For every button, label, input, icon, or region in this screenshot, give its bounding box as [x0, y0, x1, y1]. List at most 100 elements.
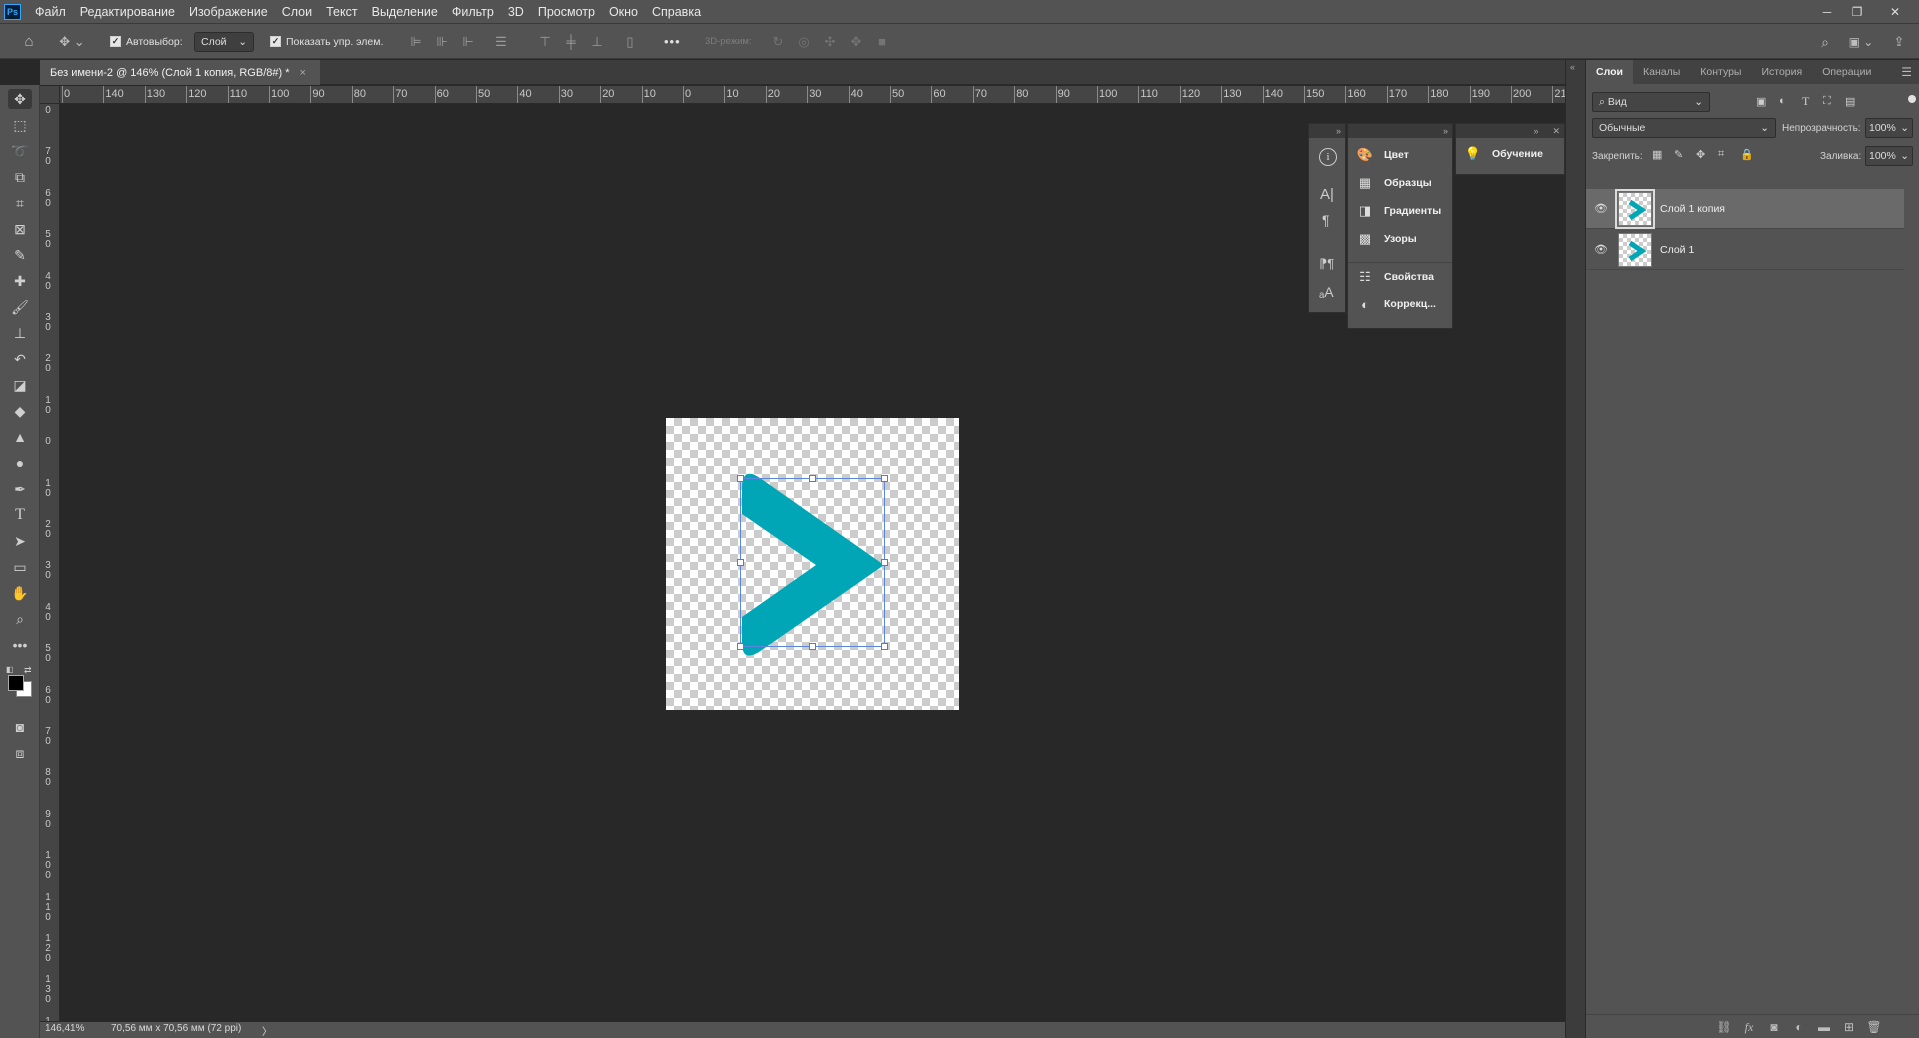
lock-all-icon[interactable]: 🔒 [1740, 148, 1754, 161]
menu-edit[interactable]: Редактирование [73, 0, 182, 24]
close-panel-icon[interactable]: ✕ [1552, 126, 1560, 137]
transform-handle[interactable] [737, 475, 744, 482]
lock-image-icon[interactable]: ✎ [1674, 148, 1683, 161]
edit-toolbar-icon[interactable]: ••• [8, 635, 32, 655]
panel-menu-icon[interactable]: ☰ [1901, 65, 1912, 79]
blur-tool-icon[interactable]: ▲ [8, 427, 32, 447]
panel-item-patterns[interactable]: ▩ Узоры [1348, 225, 1452, 253]
tab-channels[interactable]: Каналы [1633, 60, 1690, 84]
paragraph-icon[interactable]: ¶ [1322, 212, 1330, 228]
screen-mode-icon[interactable]: ⧈ [8, 743, 32, 763]
expand-panels-icon[interactable]: » [1309, 124, 1345, 138]
swap-colors-icon[interactable]: ⇄ [24, 665, 32, 676]
crop-tool-icon[interactable]: ⌗ [8, 193, 32, 213]
move-tool-icon[interactable]: ✥ [8, 89, 32, 109]
3d-orbit-icon[interactable]: ↻ [771, 34, 785, 49]
zoom-level[interactable]: 146,41% [45, 1023, 84, 1034]
lock-transparency-icon[interactable]: ▦ [1652, 148, 1662, 161]
new-group-icon[interactable]: ▬ [1816, 1020, 1832, 1034]
home-icon[interactable]: ⌂ [18, 31, 40, 51]
pen-tool-icon[interactable]: ✒ [8, 479, 32, 499]
lock-artboard-icon[interactable]: ⌗ [1718, 148, 1724, 161]
character-styles-icon[interactable]: ₐA [1319, 284, 1334, 300]
layer-name[interactable]: Слой 1 копия [1660, 203, 1725, 215]
marquee-tool-icon[interactable]: ⬚ [8, 115, 32, 135]
filter-smart-object-icon[interactable]: ▤ [1845, 95, 1855, 108]
eye-icon[interactable]: 👁 [1590, 243, 1612, 256]
dodge-tool-icon[interactable]: ● [8, 453, 32, 473]
rectangle-tool-icon[interactable]: ▭ [8, 557, 32, 577]
canvas-artwork[interactable] [666, 418, 959, 710]
frame-tool-icon[interactable]: ⊠ [8, 219, 32, 239]
layer-row[interactable]: 👁 Слой 1 [1586, 230, 1904, 270]
menu-image[interactable]: Изображение [182, 0, 275, 24]
layer-filter-select[interactable]: ⌕ Вид ⌄ [1592, 92, 1710, 112]
3d-slide-icon[interactable]: ✥ [849, 34, 863, 49]
eye-icon[interactable]: 👁 [1590, 202, 1612, 215]
healing-brush-tool-icon[interactable]: ✚ [8, 271, 32, 291]
menu-window[interactable]: Окно [602, 0, 645, 24]
transform-handle[interactable] [809, 475, 816, 482]
transform-handle[interactable] [737, 559, 744, 566]
show-transform-checkbox[interactable]: ✓ Показать упр. элем. [270, 33, 383, 50]
foreground-color-swatch[interactable] [8, 675, 24, 691]
tab-actions[interactable]: Операции [1812, 60, 1881, 84]
filter-toggle-icon[interactable] [1908, 95, 1916, 103]
panel-item-swatches[interactable]: ▦ Образцы [1348, 169, 1452, 197]
add-mask-icon[interactable]: ◙ [1766, 1020, 1782, 1034]
filter-adjustment-icon[interactable]: ◐ [1779, 95, 1786, 107]
minimize-icon[interactable]: ─ [1813, 0, 1841, 24]
blend-mode-select[interactable]: Обычные ⌄ [1592, 118, 1776, 138]
3d-pan-icon[interactable]: ✣ [823, 34, 837, 49]
document-tab[interactable]: Без имени-2 @ 146% (Слой 1 копия, RGB/8#… [40, 60, 320, 85]
menu-select[interactable]: Выделение [365, 0, 445, 24]
menu-file[interactable]: Файл [28, 0, 73, 24]
path-selection-tool-icon[interactable]: ➤ [8, 531, 32, 551]
eyedropper-tool-icon[interactable]: ✎ [8, 245, 32, 265]
share-icon[interactable]: ⇪ [1890, 33, 1908, 51]
transform-handle[interactable] [881, 475, 888, 482]
history-brush-tool-icon[interactable]: ↶ [8, 349, 32, 369]
menu-view[interactable]: Просмотр [531, 0, 602, 24]
menu-layers[interactable]: Слои [275, 0, 319, 24]
panel-item-gradients[interactable]: ◨ Градиенты [1348, 197, 1452, 225]
color-swatches[interactable]: ◧ ⇄ [6, 665, 34, 699]
close-window-icon[interactable]: ✕ [1881, 0, 1909, 24]
brush-tool-icon[interactable]: 🖌 [8, 297, 32, 317]
transform-handle[interactable] [881, 559, 888, 566]
autoselect-target-select[interactable]: Слой ⌄ [194, 32, 254, 52]
menu-filter[interactable]: Фильтр [445, 0, 501, 24]
adjustment-layer-icon[interactable]: ◐ [1791, 1020, 1807, 1034]
expand-panels-icon[interactable]: » [1348, 124, 1452, 138]
workspace-icon[interactable]: ▣ ⌄ [1846, 33, 1876, 51]
align-hcenter-icon[interactable]: ⊪ [435, 34, 449, 49]
character-icon[interactable]: A| [1320, 186, 1334, 203]
stamp-tool-icon[interactable]: ⊥ [8, 323, 32, 343]
panel-item-adjustments[interactable]: ◐ Коррекц... [1348, 290, 1452, 318]
distribute-icon[interactable]: ☰ [494, 34, 508, 49]
paragraph-styles-icon[interactable]: ⁋¶ [1319, 256, 1334, 272]
status-arrow-icon[interactable]: 〉 [262, 1023, 272, 1038]
move-tool-preset-icon[interactable]: ✥ ⌄ [58, 33, 86, 51]
close-tab-icon[interactable]: × [299, 67, 305, 79]
transform-handle[interactable] [881, 643, 888, 650]
collapse-panels-icon[interactable]: « [1570, 62, 1575, 72]
more-options-button[interactable]: ••• [664, 33, 681, 50]
transform-handle[interactable] [809, 643, 816, 650]
tab-paths[interactable]: Контуры [1690, 60, 1751, 84]
lasso-tool-icon[interactable]: ➰ [8, 141, 32, 161]
object-selection-tool-icon[interactable]: ⧉ [8, 167, 32, 187]
new-layer-icon[interactable]: ⊞ [1841, 1020, 1857, 1034]
expand-panels-icon[interactable]: » [1533, 126, 1538, 136]
filter-pixel-icon[interactable]: ▣ [1756, 95, 1766, 108]
hand-tool-icon[interactable]: ✋ [8, 583, 32, 603]
align-right-icon[interactable]: ⊩ [461, 34, 475, 49]
align-left-icon[interactable]: ⊫ [409, 34, 423, 49]
distribute-vertical-icon[interactable]: ▯ [623, 34, 637, 49]
delete-layer-icon[interactable]: 🗑 [1866, 1020, 1882, 1034]
eraser-tool-icon[interactable]: ◪ [8, 375, 32, 395]
3d-roll-icon[interactable]: ◎ [797, 34, 811, 49]
tab-history[interactable]: История [1751, 60, 1812, 84]
paint-bucket-tool-icon[interactable]: ◆ [8, 401, 32, 421]
tab-layers[interactable]: Слои [1586, 60, 1633, 84]
